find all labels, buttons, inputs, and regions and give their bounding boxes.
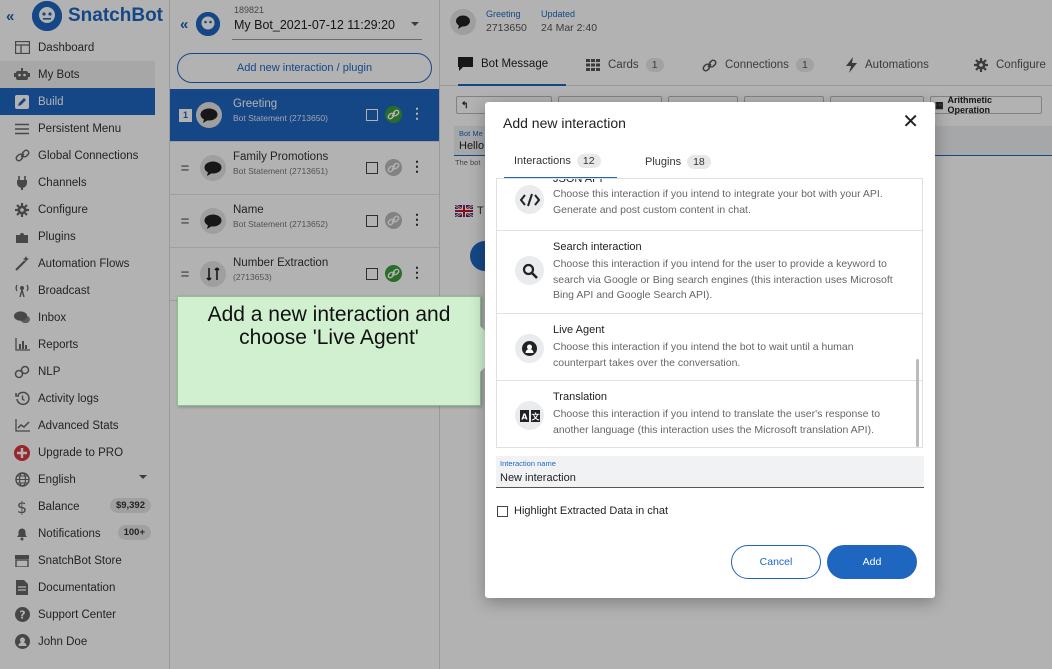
interaction-type-name: Translation xyxy=(553,391,608,403)
interaction-name-label: Interaction name xyxy=(500,459,556,468)
dialog-tab-count: 18 xyxy=(687,154,711,169)
highlight-extracted-checkbox-row[interactable]: Highlight Extracted Data in chat xyxy=(497,505,668,517)
search-icon xyxy=(515,256,544,285)
dialog-tab-label: Plugins xyxy=(645,155,682,168)
dialog-tab-count: 12 xyxy=(576,153,601,168)
svg-text:文: 文 xyxy=(531,411,540,421)
code-icon xyxy=(515,185,544,214)
add-interaction-dialog: Add new interaction ✕ Interactions 12 Plug… xyxy=(485,102,935,598)
dialog-title: Add new interaction xyxy=(503,115,626,131)
callout-line-2: choose 'Live Agent' xyxy=(239,326,419,349)
interaction-name-field[interactable]: Interaction name New interaction xyxy=(496,456,924,488)
callout-line-1: Add a new interaction and xyxy=(207,303,451,326)
dialog-tab-interactions[interactable]: Interactions 12 xyxy=(504,144,617,179)
translate-icon: A文 xyxy=(515,401,544,430)
list-scrollbar[interactable] xyxy=(916,359,919,447)
interaction-type-json-api[interactable]: JSON API Choose this interaction if you i… xyxy=(497,178,922,231)
interaction-type-name: Live Agent xyxy=(553,324,605,336)
interaction-type-list: JSON API Choose this interaction if you i… xyxy=(496,178,923,448)
close-icon[interactable]: ✕ xyxy=(902,112,919,132)
interaction-type-name: JSON API xyxy=(553,178,603,185)
dialog-tab-label: Interactions xyxy=(514,154,571,167)
interaction-name-input[interactable]: New interaction xyxy=(500,472,576,484)
add-button[interactable]: Add xyxy=(827,545,917,579)
interaction-type-search-interaction[interactable]: Search interaction Choose this interactio… xyxy=(497,231,922,314)
interaction-type-description: Choose this interaction if you intend to… xyxy=(553,408,881,436)
interaction-type-name: Search interaction xyxy=(553,241,642,253)
dialog-tabs: Interactions 12 Plugins 18 xyxy=(495,144,925,179)
dialog-tab-plugins[interactable]: Plugins 18 xyxy=(635,144,721,179)
interaction-type-description: Choose this interaction if you intend to… xyxy=(553,188,883,216)
cancel-button[interactable]: Cancel xyxy=(731,545,821,579)
highlight-extracted-checkbox[interactable] xyxy=(497,505,508,517)
tutorial-callout: Add a new interaction and choose 'Live A… xyxy=(177,296,504,406)
svg-text:A: A xyxy=(521,412,528,421)
interaction-type-description: Choose this interaction if you intend th… xyxy=(553,341,854,369)
interaction-type-translation[interactable]: A 文 Translation Choose this interaction if … xyxy=(497,381,922,447)
interaction-type-description: Choose this interaction if you intend fo… xyxy=(553,258,893,301)
agent-icon xyxy=(515,334,544,363)
interaction-type-live-agent[interactable]: Live Agent Choose this interaction if you… xyxy=(497,314,922,381)
highlight-extracted-label: Highlight Extracted Data in chat xyxy=(514,505,669,517)
